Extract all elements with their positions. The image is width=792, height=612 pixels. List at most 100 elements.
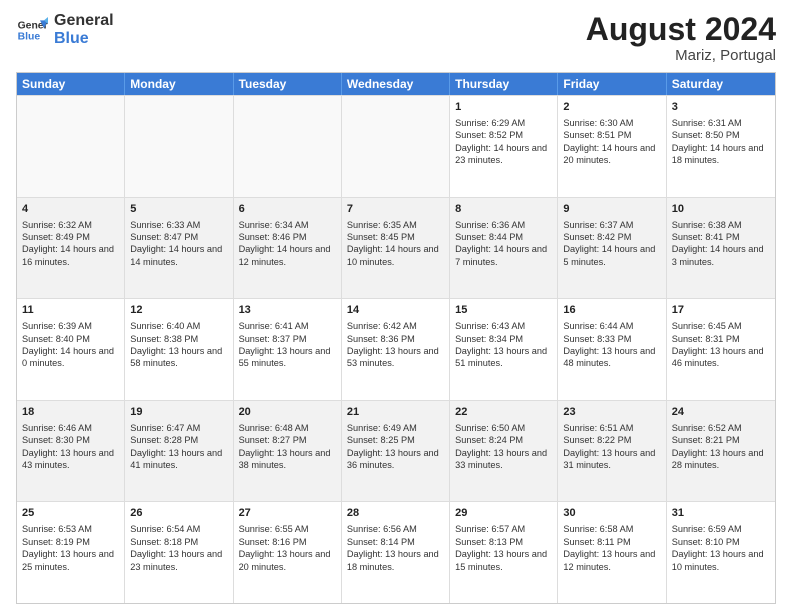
day-number: 9 bbox=[563, 202, 660, 217]
day-info: Sunrise: 6:51 AM Sunset: 8:22 PM Dayligh… bbox=[563, 422, 660, 472]
calendar-cell-2: 2 Sunrise: 6:30 AM Sunset: 8:51 PM Daylig… bbox=[558, 96, 666, 197]
day-number: 20 bbox=[239, 405, 336, 420]
day-info: Sunrise: 6:36 AM Sunset: 8:44 PM Dayligh… bbox=[455, 219, 552, 269]
calendar-cell-23: 23 Sunrise: 6:51 AM Sunset: 8:22 PM Dayli… bbox=[558, 401, 666, 502]
day-info: Sunrise: 6:31 AM Sunset: 8:50 PM Dayligh… bbox=[672, 117, 770, 167]
day-number: 10 bbox=[672, 202, 770, 217]
calendar-cell-8: 8 Sunrise: 6:36 AM Sunset: 8:44 PM Daylig… bbox=[450, 198, 558, 299]
logo-blue: Blue bbox=[54, 30, 114, 48]
page: General Blue General Blue August 2024 Ma… bbox=[0, 0, 792, 612]
calendar-row-1: 1 Sunrise: 6:29 AM Sunset: 8:52 PM Daylig… bbox=[17, 95, 775, 197]
day-info: Sunrise: 6:50 AM Sunset: 8:24 PM Dayligh… bbox=[455, 422, 552, 472]
header-day-wednesday: Wednesday bbox=[342, 73, 450, 95]
day-info: Sunrise: 6:30 AM Sunset: 8:51 PM Dayligh… bbox=[563, 117, 660, 167]
day-info: Sunrise: 6:47 AM Sunset: 8:28 PM Dayligh… bbox=[130, 422, 227, 472]
calendar-cell-29: 29 Sunrise: 6:57 AM Sunset: 8:13 PM Dayli… bbox=[450, 502, 558, 603]
calendar-cell-18: 18Sunrise: 6:46 AM Sunset: 8:30 PM Dayli… bbox=[17, 401, 125, 502]
calendar-cell-19: 19 Sunrise: 6:47 AM Sunset: 8:28 PM Dayli… bbox=[125, 401, 233, 502]
calendar-cell-25: 25 Sunrise: 6:53 AM Sunset: 8:19 PM Dayli… bbox=[17, 502, 125, 603]
calendar-cell-14: 14Sunrise: 6:42 AM Sunset: 8:36 PM Dayli… bbox=[342, 299, 450, 400]
calendar-cell-17: 17Sunrise: 6:45 AM Sunset: 8:31 PM Dayli… bbox=[667, 299, 775, 400]
day-number: 21 bbox=[347, 405, 444, 420]
day-number: 27 bbox=[239, 506, 336, 521]
calendar-header: SundayMondayTuesdayWednesdayThursdayFrid… bbox=[17, 73, 775, 95]
day-info: Sunrise: 6:44 AM Sunset: 8:33 PM Dayligh… bbox=[563, 320, 660, 370]
calendar-cell-21: 21 Sunrise: 6:49 AM Sunset: 8:25 PM Dayli… bbox=[342, 401, 450, 502]
svg-text:Blue: Blue bbox=[18, 31, 41, 42]
calendar-row-2: 4 Sunrise: 6:32 AM Sunset: 8:49 PM Daylig… bbox=[17, 197, 775, 299]
day-info: Sunrise: 6:59 AM Sunset: 8:10 PM Dayligh… bbox=[672, 523, 770, 573]
day-number: 4 bbox=[22, 202, 119, 217]
day-info: Sunrise: 6:45 AM Sunset: 8:31 PM Dayligh… bbox=[672, 320, 770, 370]
header-day-thursday: Thursday bbox=[450, 73, 558, 95]
day-info: Sunrise: 6:29 AM Sunset: 8:52 PM Dayligh… bbox=[455, 117, 552, 167]
calendar-cell-9: 9 Sunrise: 6:37 AM Sunset: 8:42 PM Daylig… bbox=[558, 198, 666, 299]
calendar-cell-15: 15 Sunrise: 6:43 AM Sunset: 8:34 PM Dayli… bbox=[450, 299, 558, 400]
calendar-cell-20: 20 Sunrise: 6:48 AM Sunset: 8:27 PM Dayli… bbox=[234, 401, 342, 502]
day-info: Sunrise: 6:57 AM Sunset: 8:13 PM Dayligh… bbox=[455, 523, 552, 573]
day-number: 23 bbox=[563, 405, 660, 420]
calendar-row-5: 25 Sunrise: 6:53 AM Sunset: 8:19 PM Dayli… bbox=[17, 501, 775, 603]
calendar-cell-empty-r0c1 bbox=[125, 96, 233, 197]
logo-icon: General Blue bbox=[16, 14, 48, 46]
day-info: Sunrise: 6:41 AM Sunset: 8:37 PM Dayligh… bbox=[239, 320, 336, 370]
day-number: 16 bbox=[563, 303, 660, 318]
day-number: 1 bbox=[455, 100, 552, 115]
calendar-cell-30: 30Sunrise: 6:58 AM Sunset: 8:11 PM Dayli… bbox=[558, 502, 666, 603]
day-number: 2 bbox=[563, 100, 660, 115]
calendar-row-4: 18Sunrise: 6:46 AM Sunset: 8:30 PM Dayli… bbox=[17, 400, 775, 502]
logo: General Blue General Blue bbox=[16, 12, 114, 47]
day-number: 31 bbox=[672, 506, 770, 521]
calendar-cell-13: 13Sunrise: 6:41 AM Sunset: 8:37 PM Dayli… bbox=[234, 299, 342, 400]
day-number: 19 bbox=[130, 405, 227, 420]
day-number: 15 bbox=[455, 303, 552, 318]
calendar-cell-empty-r0c2 bbox=[234, 96, 342, 197]
calendar-cell-10: 10 Sunrise: 6:38 AM Sunset: 8:41 PM Dayli… bbox=[667, 198, 775, 299]
day-info: Sunrise: 6:56 AM Sunset: 8:14 PM Dayligh… bbox=[347, 523, 444, 573]
day-info: Sunrise: 6:40 AM Sunset: 8:38 PM Dayligh… bbox=[130, 320, 227, 370]
title-block: August 2024 Mariz, Portugal bbox=[586, 12, 776, 64]
calendar: SundayMondayTuesdayWednesdayThursdayFrid… bbox=[16, 72, 776, 604]
calendar-cell-27: 27Sunrise: 6:55 AM Sunset: 8:16 PM Dayli… bbox=[234, 502, 342, 603]
logo-general: General bbox=[54, 12, 114, 30]
day-info: Sunrise: 6:37 AM Sunset: 8:42 PM Dayligh… bbox=[563, 219, 660, 269]
day-number: 29 bbox=[455, 506, 552, 521]
calendar-cell-22: 22 Sunrise: 6:50 AM Sunset: 8:24 PM Dayli… bbox=[450, 401, 558, 502]
day-info: Sunrise: 6:48 AM Sunset: 8:27 PM Dayligh… bbox=[239, 422, 336, 472]
header-day-saturday: Saturday bbox=[667, 73, 775, 95]
day-info: Sunrise: 6:32 AM Sunset: 8:49 PM Dayligh… bbox=[22, 219, 119, 269]
day-info: Sunrise: 6:38 AM Sunset: 8:41 PM Dayligh… bbox=[672, 219, 770, 269]
day-info: Sunrise: 6:46 AM Sunset: 8:30 PM Dayligh… bbox=[22, 422, 119, 472]
calendar-cell-12: 12Sunrise: 6:40 AM Sunset: 8:38 PM Dayli… bbox=[125, 299, 233, 400]
day-info: Sunrise: 6:49 AM Sunset: 8:25 PM Dayligh… bbox=[347, 422, 444, 472]
day-number: 26 bbox=[130, 506, 227, 521]
day-number: 30 bbox=[563, 506, 660, 521]
calendar-cell-4: 4 Sunrise: 6:32 AM Sunset: 8:49 PM Daylig… bbox=[17, 198, 125, 299]
day-info: Sunrise: 6:43 AM Sunset: 8:34 PM Dayligh… bbox=[455, 320, 552, 370]
month-year: August 2024 bbox=[586, 12, 776, 47]
day-number: 28 bbox=[347, 506, 444, 521]
day-number: 25 bbox=[22, 506, 119, 521]
day-info: Sunrise: 6:35 AM Sunset: 8:45 PM Dayligh… bbox=[347, 219, 444, 269]
calendar-body: 1 Sunrise: 6:29 AM Sunset: 8:52 PM Daylig… bbox=[17, 95, 775, 603]
day-number: 5 bbox=[130, 202, 227, 217]
calendar-cell-5: 5Sunrise: 6:33 AM Sunset: 8:47 PM Daylig… bbox=[125, 198, 233, 299]
day-number: 11 bbox=[22, 303, 119, 318]
day-info: Sunrise: 6:39 AM Sunset: 8:40 PM Dayligh… bbox=[22, 320, 119, 370]
day-info: Sunrise: 6:53 AM Sunset: 8:19 PM Dayligh… bbox=[22, 523, 119, 573]
calendar-cell-1: 1 Sunrise: 6:29 AM Sunset: 8:52 PM Daylig… bbox=[450, 96, 558, 197]
header-day-tuesday: Tuesday bbox=[234, 73, 342, 95]
calendar-cell-26: 26 Sunrise: 6:54 AM Sunset: 8:18 PM Dayli… bbox=[125, 502, 233, 603]
day-number: 8 bbox=[455, 202, 552, 217]
day-info: Sunrise: 6:54 AM Sunset: 8:18 PM Dayligh… bbox=[130, 523, 227, 573]
header: General Blue General Blue August 2024 Ma… bbox=[16, 12, 776, 64]
day-info: Sunrise: 6:52 AM Sunset: 8:21 PM Dayligh… bbox=[672, 422, 770, 472]
calendar-cell-7: 7Sunrise: 6:35 AM Sunset: 8:45 PM Daylig… bbox=[342, 198, 450, 299]
calendar-row-3: 11 Sunrise: 6:39 AM Sunset: 8:40 PM Dayli… bbox=[17, 298, 775, 400]
header-day-sunday: Sunday bbox=[17, 73, 125, 95]
calendar-cell-3: 3 Sunrise: 6:31 AM Sunset: 8:50 PM Daylig… bbox=[667, 96, 775, 197]
location: Mariz, Portugal bbox=[586, 47, 776, 64]
day-number: 3 bbox=[672, 100, 770, 115]
day-number: 22 bbox=[455, 405, 552, 420]
header-day-friday: Friday bbox=[558, 73, 666, 95]
